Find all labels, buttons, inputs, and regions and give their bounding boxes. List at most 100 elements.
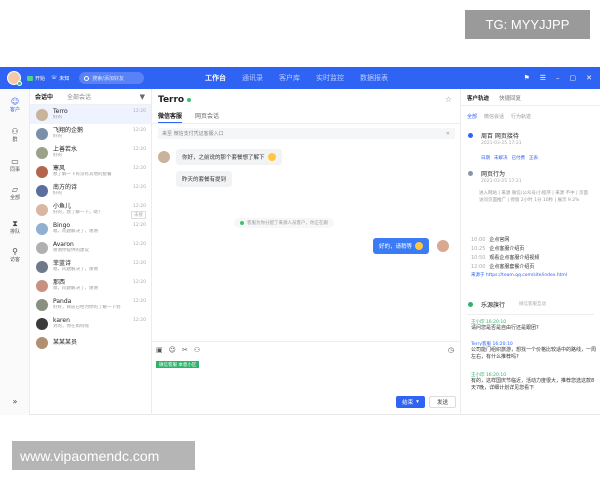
transfer-icon[interactable]: ⚇ [194,346,200,354]
message-time: 12:20 [133,299,146,304]
watermark-top: TG: MYYJJPP [465,10,590,39]
collapse-icon: » [12,397,18,406]
person-icon: ☺ [10,97,20,106]
tab-in-session[interactable]: 会话中 [35,92,53,101]
tab-customers[interactable]: 客户库 [279,73,300,83]
conversation-row[interactable]: 菲蓝诗 嗯，问题解决了，谢谢 12:20 [30,257,151,276]
chat-tabs: 微信客服 网页会话 [158,111,219,123]
star-icon[interactable]: ☆ [445,95,452,104]
nav-item-all[interactable]: ▱ 全部 [0,185,30,201]
search-input[interactable]: 搜索/添加好友 [79,72,145,84]
message-time: 12:20 [133,166,146,171]
end-button[interactable]: 结束 ▾ [396,396,425,408]
nav-item-queue[interactable]: ⧗ 排队 [0,219,30,235]
all-icon: ▱ [11,185,19,194]
close-icon[interactable]: ✕ [586,74,592,82]
message-preview: 嗯，问题解决了，谢谢 [53,229,98,234]
minimize-icon[interactable]: – [556,74,560,82]
trail-filters: 全部 微信会话 行为轨迹 [467,113,531,120]
app-window: 开始 ☏ 未知 搜索/添加好友 工作台 通讯录 客户库 实时监控 数据报表 ⚑ … [0,67,600,415]
filter-all[interactable]: 全部 [467,113,477,120]
scissors-icon[interactable]: ✂ [182,346,188,354]
nav-collapse[interactable]: » [0,397,30,406]
filter-behavior[interactable]: 行为轨迹 [511,113,531,120]
tab-workbench[interactable]: 工作台 [205,73,226,83]
avatar [36,127,48,140]
tab-customer-trail[interactable]: 客户轨迹 [467,94,489,102]
source-link[interactable]: 来源于 https://team.qq.com/site/index.html [471,272,567,278]
emoji-icon[interactable]: ☺ [169,346,176,354]
nav-item-customers[interactable]: ☺ 客户 [0,97,30,113]
input-divider [152,341,461,342]
tab-web-session[interactable]: 网页会话 [195,111,219,123]
card-time: 2021-03-25 17:21 [481,141,522,146]
avatar [36,260,48,273]
status-label: 开始 [35,75,46,82]
status-icon [27,75,33,81]
tab-contacts[interactable]: 通讯录 [242,73,263,83]
message-time: 12:20 [133,318,146,323]
my-avatar[interactable] [7,71,22,86]
list-item: 12:00 企点客服套餐介绍页 [471,264,535,270]
send-button[interactable]: 发送 [429,396,456,408]
window-controls: ⚑ ☰ – ▢ ✕ [523,67,592,89]
message-time: 12:20 [133,261,146,266]
conversation-row[interactable]: 那西 嗯，问题解决了，谢谢 12:20 [30,276,151,295]
chevron-down-icon: ▾ [416,399,419,405]
tab-monitor[interactable]: 实时监控 [316,73,344,83]
status2-toggle[interactable]: ☏ 未知 [51,75,69,82]
conversation-row[interactable]: 某某某员 [30,333,151,352]
avatar [36,222,48,235]
avatar [36,317,48,330]
phone-icon: ☏ [51,75,58,81]
agent-avatar [437,240,449,252]
history-message: 王小印 16:20:10 请问您是否是自由行还是跟团? [471,320,539,331]
card-title: 周百 网页接待 [481,133,519,140]
avatar [36,279,48,292]
status-toggle[interactable]: 开始 [27,75,45,82]
nav-item-colleagues[interactable]: ▭ 同事 [0,157,30,173]
visit-steps: 10:00 企点官网 10:25 企点客服介绍页 10:50 观看企点客服介绍视频 1… [471,236,539,272]
smile-emoji-icon [267,153,276,161]
list-tabs: 会话中 全部会话 ▼ [30,89,151,105]
card-title: 乐源旗行 [481,302,506,309]
message-time: 12:20 [133,109,146,114]
nav-item-groups[interactable]: ⚇ 群 [0,127,30,143]
filter-wechat[interactable]: 微信会话 [484,113,504,120]
tab-all-sessions[interactable]: 全部会话 [67,92,91,101]
maximize-icon[interactable]: ▢ [570,74,577,82]
tab-quick-reply[interactable]: 快捷回复 [499,94,521,102]
avatar [36,298,48,311]
card-time: 2021-03-25 17:21 [481,179,522,184]
input-toolbar: ▣ ☺ ✂ ⚇ [156,346,200,354]
colleague-icon: ▭ [11,157,19,166]
conversation-row[interactable]: 飞翔的企鹅 好的 12:20 [30,124,151,143]
visitor-icon: ⚲ [12,247,18,256]
group-icon: ⚇ [11,127,19,136]
message-preview: 好的 [53,115,62,120]
quick-reply-icon[interactable]: ▣ [156,346,163,354]
conversation-row[interactable]: Terro 好的 12:20 [30,105,151,124]
history-message: Terry客服 16:20:10 公司能门组织旅游，想找一个价格比较适中的路线，… [471,342,597,360]
message-time: 12:20 [133,242,146,247]
pin-icon[interactable]: ⚑ [523,74,529,82]
card-title: 网页行为 [481,171,506,178]
history-clock-icon[interactable]: ◷ [448,346,454,354]
tab-wechat-service[interactable]: 微信客服 [158,111,183,123]
close-notice-icon[interactable]: ✕ [446,131,450,137]
customer-trail-panel: 客户轨迹 快捷回复 全部 微信会话 行为轨迹 周百 网页接待 2021-03-2… [461,89,600,415]
conversation-row[interactable]: 南方的诗 好的 12:20 [30,181,151,200]
conversation-row[interactable]: 小鱼儿 好的，我了解一下，嗯? 12:20 未接 [30,200,151,219]
filter-icon[interactable]: ▼ [140,93,145,101]
divider [152,123,461,124]
nav-item-visitors[interactable]: ⚲ 访客 [0,247,30,263]
conversation-row[interactable]: Panda 好好，目前已经为你的了解一下到 12:20 [30,295,151,314]
conversation-row[interactable]: Avaron 谢谢你提供的建议 12:20 [30,238,151,257]
avatar [36,336,48,349]
conversation-row[interactable]: 寒风 想了解一下有没有其他的套餐 12:20 [30,162,151,181]
settings-icon[interactable]: ☰ [540,74,546,82]
conversation-row[interactable]: Bingo 嗯，问题解决了，谢谢 12:20 [30,219,151,238]
conversation-row[interactable]: 上善若水 好的 12:20 [30,143,151,162]
conversation-row[interactable]: karen 对的，你在如何呢 12:20 [30,314,151,333]
tab-reports[interactable]: 数据报表 [360,73,388,83]
